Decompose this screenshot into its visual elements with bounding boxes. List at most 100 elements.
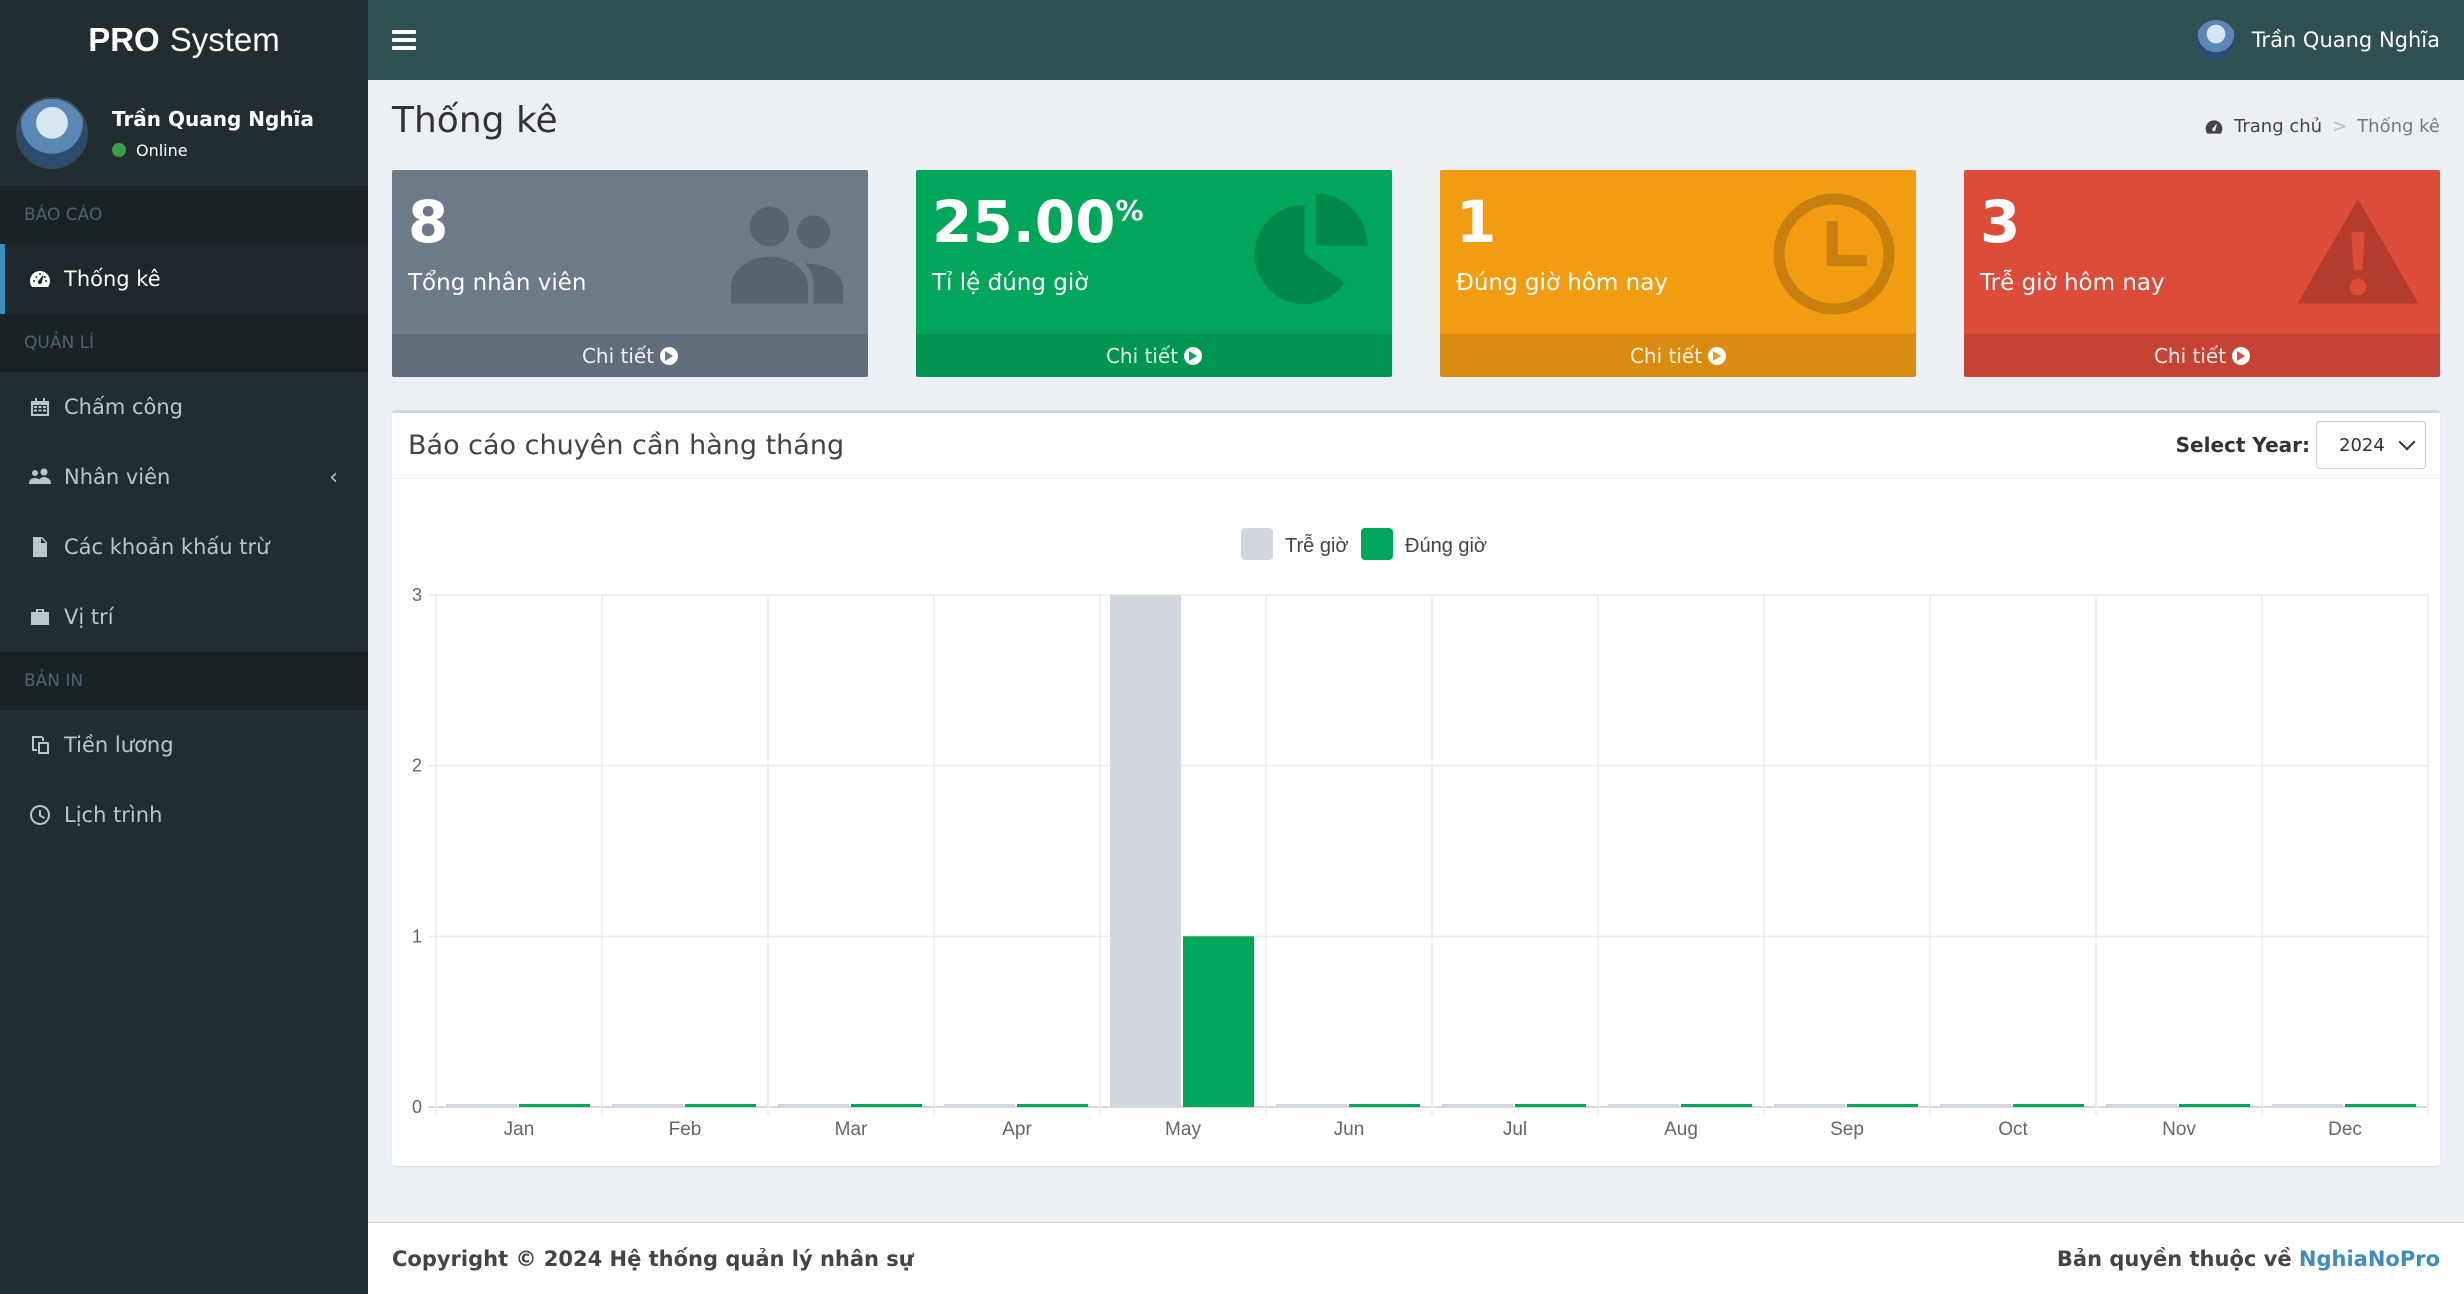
x-tick-label: Jun bbox=[1334, 1119, 1365, 1140]
bar-late bbox=[445, 1104, 517, 1107]
bar-on-time bbox=[1681, 1104, 1753, 1107]
year-select-label: Select Year: bbox=[2175, 433, 2310, 457]
stat-box-on-time-rate: 25.00% Tỉ lệ đúng giờ Chi tiết bbox=[916, 170, 1392, 377]
stat-suffix: % bbox=[1115, 194, 1144, 227]
year-select-value: 2024 bbox=[2339, 434, 2385, 456]
sidebar-item-employees[interactable]: Nhân viên ‹ bbox=[0, 442, 368, 512]
bar-late bbox=[2271, 1104, 2343, 1107]
x-tick-label: Jan bbox=[504, 1119, 535, 1140]
top-user-menu[interactable]: Trần Quang Nghĩa bbox=[2195, 20, 2440, 60]
page-title: Thống kê bbox=[392, 100, 558, 141]
sidebar-item-positions[interactable]: Vị trí bbox=[0, 582, 368, 652]
sidebar-item-attendance[interactable]: Chấm công bbox=[0, 372, 368, 442]
bar-on-time bbox=[519, 1104, 591, 1107]
bar-late bbox=[1607, 1104, 1679, 1107]
sidebar-item-schedule[interactable]: Lịch trình bbox=[0, 780, 368, 850]
bar-on-time bbox=[1515, 1104, 1587, 1107]
bar-late bbox=[1109, 595, 1181, 1107]
y-tick-label: 1 bbox=[412, 926, 422, 946]
clock-icon bbox=[1768, 188, 1900, 320]
bar-late bbox=[943, 1104, 1015, 1107]
bar-on-time bbox=[1017, 1104, 1089, 1107]
legend-label: Đúng giờ bbox=[1405, 535, 1487, 557]
arrow-circle-right-icon bbox=[660, 346, 679, 365]
app-logo[interactable]: PRO System bbox=[0, 0, 368, 80]
top-user-name: Trần Quang Nghĩa bbox=[2251, 28, 2440, 52]
stat-label: Tỉ lệ đúng giờ bbox=[932, 270, 1089, 296]
stat-value: 3 bbox=[1980, 188, 2021, 256]
sidebar-item-label: Các khoản khấu trừ bbox=[64, 535, 270, 559]
pie-chart-icon bbox=[1244, 188, 1376, 320]
stat-value: 25.00 bbox=[932, 188, 1116, 256]
owner-link[interactable]: NghiaNoPro bbox=[2299, 1247, 2440, 1271]
owner-text: Bản quyền thuộc về NghiaNoPro bbox=[2057, 1247, 2440, 1271]
sidebar-item-label: Thống kê bbox=[64, 267, 161, 291]
stat-label: Tổng nhân viên bbox=[408, 270, 587, 296]
sidebar-item-deductions[interactable]: Các khoản khấu trừ bbox=[0, 512, 368, 582]
x-tick-label: Oct bbox=[1998, 1119, 2028, 1140]
dashboard-icon bbox=[2204, 116, 2234, 137]
briefcase-icon bbox=[26, 603, 54, 631]
sidebar-item-statistics[interactable]: Thống kê bbox=[0, 244, 368, 314]
legend-swatch bbox=[1361, 528, 1393, 560]
avatar bbox=[16, 97, 88, 169]
stat-label: Trễ giờ hôm nay bbox=[1980, 270, 2165, 296]
sidebar-item-salary[interactable]: Tiền lương bbox=[0, 710, 368, 780]
bar-on-time bbox=[2179, 1104, 2251, 1107]
bar-on-time bbox=[2013, 1104, 2085, 1107]
users-icon bbox=[720, 188, 852, 320]
sidebar-item-label: Lịch trình bbox=[64, 803, 163, 827]
brand-bold: PRO bbox=[88, 21, 160, 58]
chevron-down-icon bbox=[2398, 433, 2416, 451]
stat-label: Đúng giờ hôm nay bbox=[1456, 270, 1668, 296]
breadcrumb-separator: > bbox=[2332, 116, 2348, 137]
stat-details-link[interactable]: Chi tiết bbox=[1964, 334, 2440, 377]
menu-toggle-icon[interactable] bbox=[392, 30, 416, 50]
y-tick-label: 3 bbox=[412, 585, 422, 605]
page-footer: Copyright © 2024 Hệ thống quản lý nhân s… bbox=[368, 1222, 2464, 1294]
stat-details-link[interactable]: Chi tiết bbox=[392, 334, 868, 377]
user-status-label: Online bbox=[136, 140, 188, 160]
bar-on-time bbox=[1183, 936, 1255, 1107]
stat-details-link[interactable]: Chi tiết bbox=[1440, 334, 1916, 377]
calendar-icon bbox=[26, 393, 54, 421]
user-name: Trần Quang Nghĩa bbox=[112, 106, 314, 131]
bar-late bbox=[777, 1104, 849, 1107]
legend-swatch bbox=[1241, 528, 1273, 560]
chevron-left-icon[interactable]: ‹ bbox=[329, 465, 338, 490]
legend-item[interactable]: Trễ giờ bbox=[1241, 528, 1349, 560]
y-tick-label: 2 bbox=[412, 756, 422, 776]
bar-late bbox=[1275, 1104, 1347, 1107]
arrow-circle-right-icon bbox=[1184, 346, 1203, 365]
breadcrumb-home[interactable]: Trang chủ bbox=[2234, 116, 2322, 137]
section-header-management: QUẢN LÍ bbox=[0, 314, 368, 372]
stat-box-total-employees: 8 Tổng nhân viên Chi tiết bbox=[392, 170, 868, 377]
user-status: Online bbox=[112, 141, 314, 160]
bar-on-time bbox=[1349, 1104, 1421, 1107]
sidebar-item-label: Nhân viên bbox=[64, 465, 171, 489]
stat-details-link[interactable]: Chi tiết bbox=[916, 334, 1392, 377]
year-select[interactable]: 2024 bbox=[2316, 421, 2426, 469]
x-tick-label: Mar bbox=[835, 1119, 868, 1140]
users-icon bbox=[26, 463, 54, 491]
sidebar: PRO System Trần Quang Nghĩa Online BÁO C… bbox=[0, 0, 368, 1294]
stat-footer-label: Chi tiết bbox=[2153, 343, 2227, 368]
bar-on-time bbox=[1847, 1104, 1919, 1107]
dashboard-icon bbox=[26, 265, 54, 293]
owner-prefix: Bản quyền thuộc về bbox=[2056, 1246, 2292, 1271]
attendance-chart-panel: Báo cáo chuyên cần hàng tháng Select Yea… bbox=[392, 410, 2440, 1166]
warning-icon bbox=[2292, 188, 2424, 320]
stat-value: 8 bbox=[408, 188, 449, 256]
legend-item[interactable]: Đúng giờ bbox=[1361, 528, 1487, 560]
x-tick-label: Nov bbox=[2162, 1119, 2196, 1140]
x-tick-label: Aug bbox=[1664, 1119, 1698, 1140]
sidebar-item-label: Vị trí bbox=[64, 605, 114, 629]
section-header-reports: BÁO CÁO bbox=[0, 186, 368, 244]
x-tick-label: Sep bbox=[1830, 1119, 1864, 1140]
brand-rest: System bbox=[169, 21, 280, 58]
breadcrumb: Trang chủ > Thống kê bbox=[2204, 116, 2440, 137]
stat-footer-label: Chi tiết bbox=[1629, 343, 1703, 368]
sidebar-item-label: Tiền lương bbox=[64, 733, 174, 757]
x-tick-label: May bbox=[1165, 1119, 1201, 1140]
x-tick-label: Dec bbox=[2328, 1119, 2362, 1140]
